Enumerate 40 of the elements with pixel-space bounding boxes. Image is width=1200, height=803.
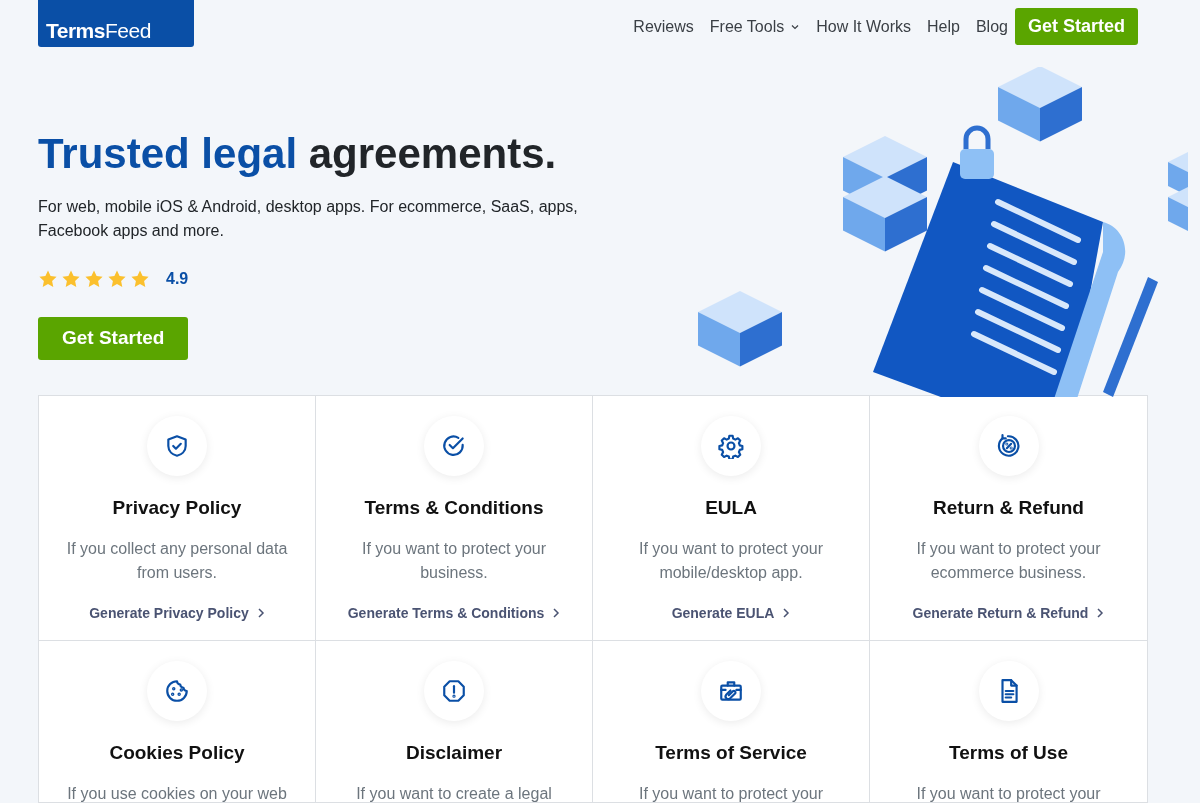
generate-link[interactable]: Generate Terms & Conditions xyxy=(347,602,561,624)
card-title: Terms of Use xyxy=(948,741,1069,765)
nav-link[interactable]: Blog xyxy=(975,14,1008,39)
card-description: If you collect any personal data from users. xyxy=(65,538,289,583)
logo[interactable]: TermsFeed xyxy=(38,0,194,47)
card-description: If you want to protect your ecommerce business. xyxy=(915,538,1102,583)
chevron-right-icon xyxy=(552,607,561,619)
card-description: If you want to protect your business. xyxy=(360,538,548,583)
nav-link[interactable]: How It Works xyxy=(816,14,912,39)
circular-arrow-percent-icon xyxy=(995,433,1022,459)
card-description: If you use cookies on your web xyxy=(66,783,288,802)
gear-icon xyxy=(718,433,744,459)
hero-heading: Trusted legal agreements. xyxy=(38,129,558,179)
briefcase-paperclip-icon xyxy=(718,678,744,704)
card-title: EULA xyxy=(704,496,758,520)
card-title: Terms of Service xyxy=(654,741,808,765)
card-description: If you want to protect your xyxy=(637,783,825,802)
nav-link[interactable]: Free Tools xyxy=(709,14,801,39)
warning-octagon-icon xyxy=(441,678,467,704)
card-title: Disclaimer xyxy=(404,741,504,765)
card-description: If you want to protect your mobile/desktop app. xyxy=(637,538,825,583)
chevron-right-icon xyxy=(256,607,265,619)
generate-link[interactable]: Generate EULA xyxy=(671,602,791,624)
card-title: Cookies Policy xyxy=(108,741,246,765)
nav-link[interactable]: Help xyxy=(927,14,960,39)
check-circle-icon xyxy=(441,433,467,459)
rating-value: 4.9 xyxy=(166,269,189,290)
card-description: If you want to protect your xyxy=(915,783,1102,802)
generate-link[interactable]: Generate Privacy Policy xyxy=(89,602,265,624)
cookie-icon xyxy=(164,678,190,704)
hero-subtitle: For web, mobile iOS & Android, desktop apps. For ecommerce, SaaS, apps, Facebook apps and more. xyxy=(38,197,579,242)
chevron-right-icon xyxy=(782,607,791,619)
nav-link[interactable]: Reviews xyxy=(633,14,694,39)
card-description: If you want to create a legal xyxy=(355,783,553,802)
card-title: Privacy Policy xyxy=(111,496,243,520)
card-title: Return & Refund xyxy=(932,496,1085,520)
generate-link[interactable]: Generate Return & Refund xyxy=(912,602,1105,624)
shield-check-icon xyxy=(164,433,190,459)
card-title: Terms & Conditions xyxy=(363,496,545,520)
chevron-right-icon xyxy=(1096,607,1105,619)
